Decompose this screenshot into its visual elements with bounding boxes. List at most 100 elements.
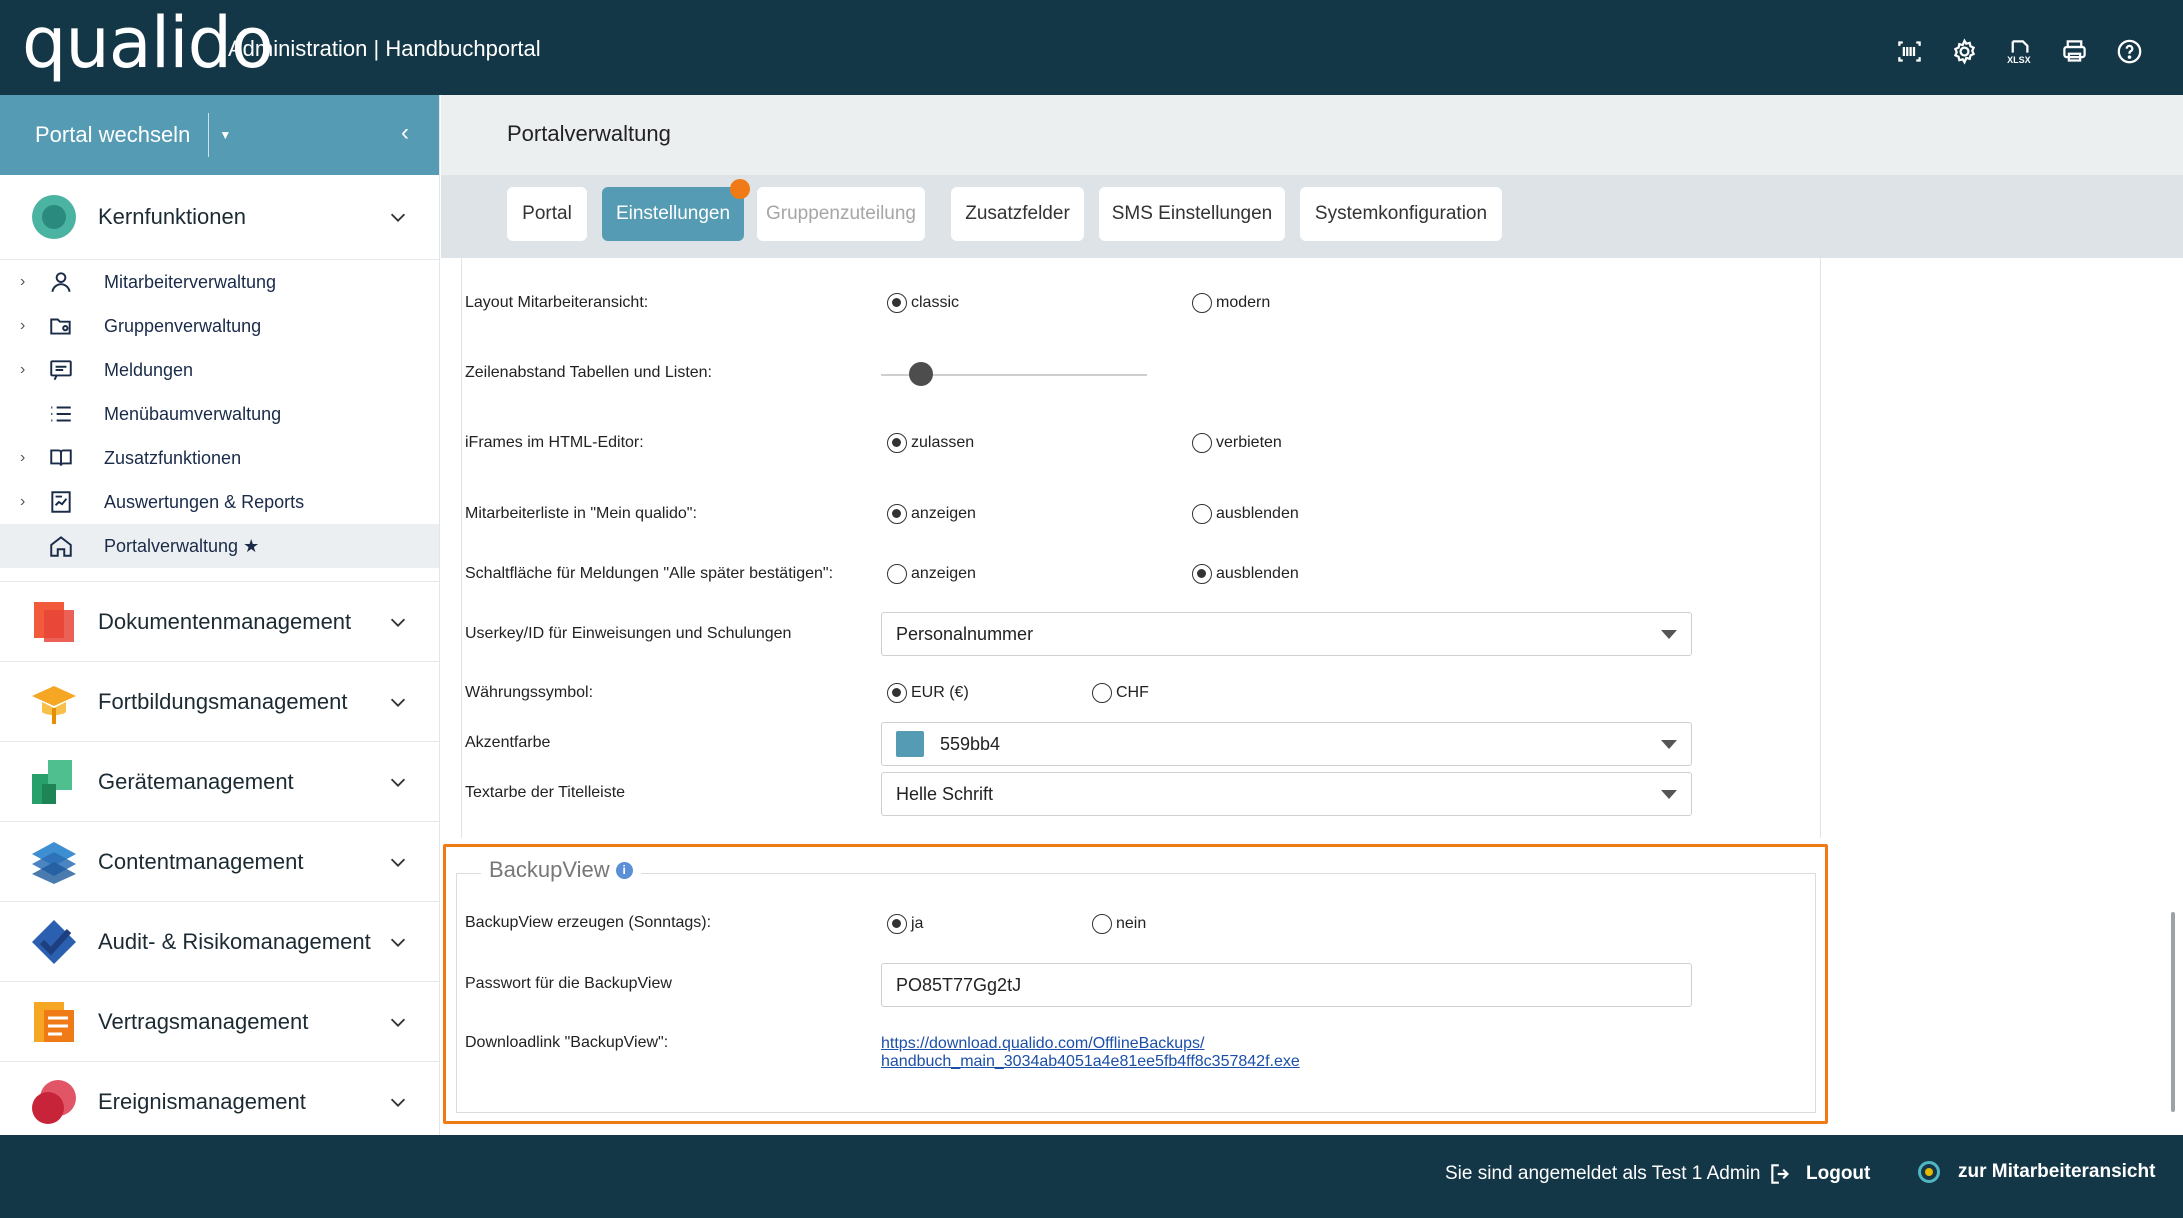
dropdown-arrow-icon[interactable] [1661, 790, 1677, 799]
radio-currency-chf[interactable]: CHF [1092, 683, 1149, 703]
chevron-down-icon[interactable] [387, 611, 409, 633]
titlebar-text-select[interactable]: Helle Schrift [881, 772, 1692, 816]
radio-backup-nein[interactable]: nein [1092, 914, 1146, 934]
radio-circle[interactable] [1092, 914, 1112, 934]
xlsx-icon[interactable]: XLSX [2006, 38, 2033, 65]
chevron-right-icon[interactable]: › [20, 317, 25, 335]
radio-label: EUR (€) [911, 684, 969, 701]
logout-icon [1771, 1164, 1790, 1184]
radio-circle[interactable] [887, 683, 907, 703]
tab-zusatzfelder[interactable]: Zusatzfelder [951, 187, 1084, 241]
download-link-line2[interactable]: handbuch_main_3034ab4051a4e81ee5fb4ff8c3… [881, 1053, 1300, 1070]
sidebar: Portal wechseln ▼ ‹ Kernfunktionen › Mit… [0, 95, 440, 1135]
group-contentmanagement[interactable]: Contentmanagement [0, 822, 439, 902]
spacing-slider-thumb[interactable] [908, 362, 933, 386]
tab-label: Einstellungen [615, 203, 731, 224]
app-title: Administration | Handbuchportal [228, 36, 541, 61]
radio-backup-ja[interactable]: ja [887, 914, 923, 934]
gear-icon[interactable] [1951, 38, 1978, 65]
employee-view-link[interactable]: zur Mitarbeiteransicht [1918, 1161, 2155, 1183]
password-value: PO85T77Gg2tJ [896, 974, 1022, 995]
chevron-down-icon[interactable] [387, 206, 409, 228]
chevron-down-icon[interactable] [387, 771, 409, 793]
radio-button-anzeigen[interactable]: anzeigen [887, 564, 976, 584]
group-geraetemanagement[interactable]: Gerätemanagement [0, 742, 439, 822]
chevron-down-icon[interactable] [387, 851, 409, 873]
radio-circle[interactable] [887, 564, 907, 584]
chevron-down-icon[interactable] [387, 691, 409, 713]
logout-button[interactable]: Logout [1768, 1161, 1870, 1187]
chevron-down-icon[interactable] [387, 1091, 409, 1113]
radio-circle[interactable] [887, 293, 907, 313]
select-value: Helle Schrift [896, 783, 994, 804]
chevron-right-icon[interactable]: › [20, 361, 25, 379]
download-link-line1[interactable]: https://download.qualido.com/OfflineBack… [881, 1035, 1204, 1052]
group-label: Ereignismanagement [98, 1089, 306, 1114]
chevron-down-icon[interactable] [387, 931, 409, 953]
radio-circle[interactable] [887, 433, 907, 453]
barcode-scan-icon[interactable] [1896, 38, 1923, 65]
radio-circle[interactable] [887, 504, 907, 524]
dropdown-arrow-icon[interactable] [1661, 740, 1677, 749]
iframes-label: iFrames im HTML-Editor: [465, 434, 644, 451]
chevron-down-icon[interactable] [387, 1011, 409, 1033]
printer-icon[interactable] [2061, 38, 2088, 65]
scrollbar[interactable] [2171, 912, 2175, 1112]
radio-circle[interactable] [1192, 293, 1212, 313]
chevron-right-icon[interactable]: › [20, 493, 25, 511]
titlebar-label: Textarbe der Titelleiste [465, 784, 626, 801]
chevron-right-icon[interactable]: › [20, 449, 25, 467]
radio-layout-classic[interactable]: classic [887, 293, 959, 313]
group-kernfunktionen[interactable]: Kernfunktionen [0, 175, 439, 260]
radio-circle[interactable] [1092, 683, 1112, 703]
radio-label: CHF [1116, 684, 1149, 701]
radio-mlist-anzeigen[interactable]: anzeigen [887, 504, 976, 524]
radio-circle[interactable] [887, 914, 907, 934]
tab-portal[interactable]: Portal [507, 187, 587, 241]
radio-iframes-verbieten[interactable]: verbieten [1192, 433, 1282, 453]
group-dokumentenmanagement[interactable]: Dokumentenmanagement [0, 582, 439, 662]
tab-einstellungen[interactable]: Einstellungen [602, 179, 750, 241]
group-ereignismanagement[interactable]: Ereignismanagement [0, 1062, 439, 1142]
portal-switch[interactable]: Portal wechseln ▼ ‹ [0, 95, 439, 175]
tab-sms-einstellungen[interactable]: SMS Einstellungen [1099, 187, 1285, 241]
group-audit-risikomanagement[interactable]: Audit- & Risikomanagement [0, 902, 439, 982]
accent-color-select[interactable]: 559bb4 [881, 722, 1692, 766]
radio-circle[interactable] [1192, 433, 1212, 453]
tab-gruppenzuteilung: Gruppenzuteilung [757, 187, 925, 241]
chevron-right-icon[interactable]: › [20, 273, 25, 291]
sidebar-item-zusatzfunktionen[interactable]: › Zusatzfunktionen [0, 436, 439, 480]
radio-iframes-zulassen[interactable]: zulassen [887, 433, 974, 453]
radio-layout-modern[interactable]: modern [1192, 293, 1270, 313]
password-field[interactable]: PO85T77Gg2tJ [881, 963, 1692, 1007]
help-icon[interactable] [2116, 38, 2143, 65]
divider [0, 568, 439, 582]
tab-systemkonfiguration[interactable]: Systemkonfiguration [1300, 187, 1502, 241]
download-link[interactable]: https://download.qualido.com/OfflineBack… [881, 1035, 1300, 1071]
sidebar-item-auswertungen[interactable]: › Auswertungen & Reports [0, 480, 439, 524]
radio-mlist-ausblenden[interactable]: ausblenden [1192, 504, 1299, 524]
userkey-select[interactable]: Personalnummer [881, 612, 1692, 656]
dropdown-arrow-icon[interactable] [1661, 630, 1677, 639]
layout-label: Layout Mitarbeiteransicht: [465, 294, 649, 311]
group-label: Vertragsmanagement [98, 1008, 309, 1034]
radio-circle[interactable] [1192, 504, 1212, 524]
sidebar-item-meldungen[interactable]: › Meldungen [0, 348, 439, 392]
group-vertragsmanagement[interactable]: Vertragsmanagement [0, 982, 439, 1062]
book-icon [48, 445, 74, 471]
info-icon[interactable]: i [615, 861, 633, 879]
radio-currency-eur[interactable]: EUR (€) [887, 683, 969, 703]
person-icon [48, 269, 74, 295]
sidebar-item-mitarbeiterverwaltung[interactable]: › Mitarbeiterverwaltung [0, 260, 439, 304]
group-label: Dokumentenmanagement [98, 608, 352, 634]
sidebar-item-portalverwaltung[interactable]: Portalverwaltung ★ [0, 524, 439, 568]
sidebar-item-menuebaumverwaltung[interactable]: Menübaumverwaltung [0, 392, 439, 436]
radio-circle[interactable] [1192, 564, 1212, 584]
radio-label: classic [911, 294, 960, 311]
group-fortbildungsmanagement[interactable]: Fortbildungsmanagement [0, 662, 439, 742]
sidebar-item-gruppenverwaltung[interactable]: › Gruppenverwaltung [0, 304, 439, 348]
svg-text:XLSX: XLSX [2007, 55, 2031, 65]
collapse-sidebar-icon[interactable]: ‹ [401, 119, 409, 147]
radio-button-ausblenden[interactable]: ausblenden [1192, 564, 1299, 584]
caret-down-icon[interactable]: ▼ [219, 128, 231, 142]
